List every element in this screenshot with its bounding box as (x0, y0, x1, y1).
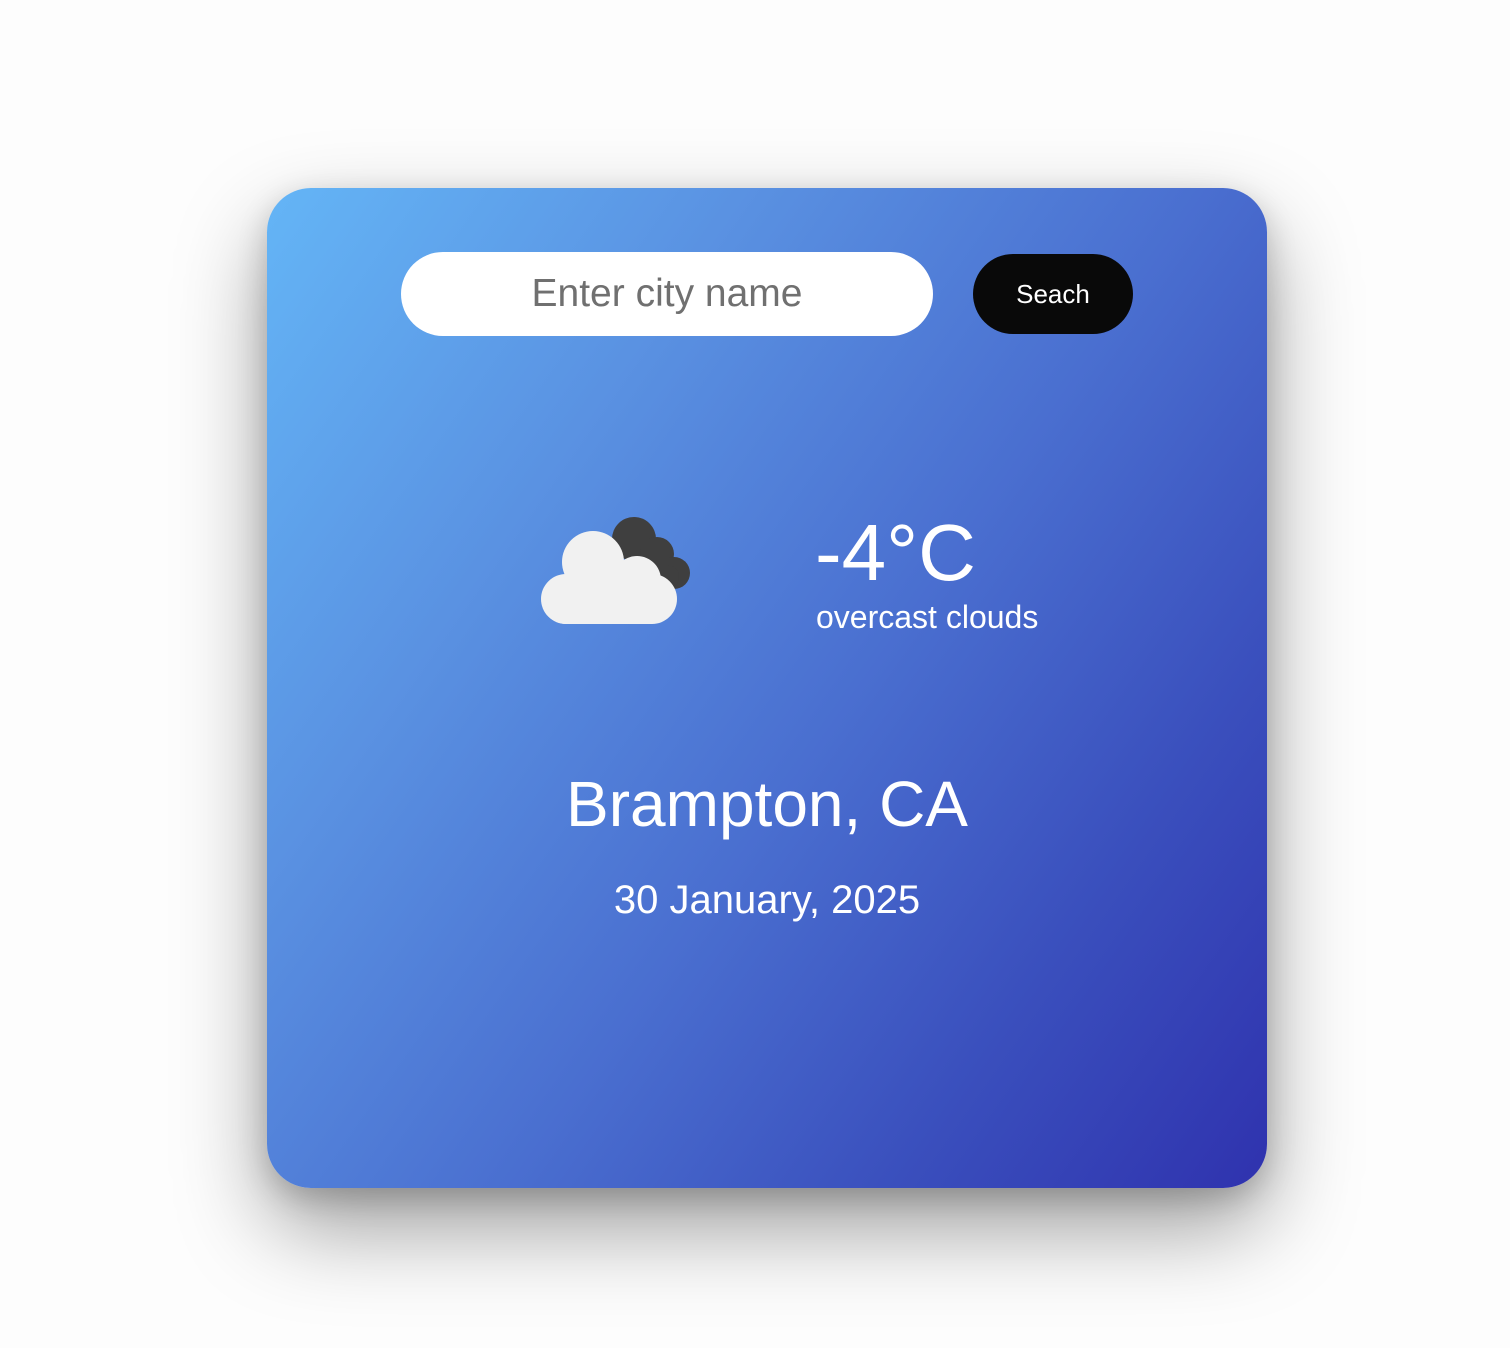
cloud-icon (529, 510, 709, 630)
city-name: Brampton, CA (566, 768, 968, 840)
weather-card: Seach -4°C overcast clouds Brampton, CA … (267, 188, 1267, 1188)
search-input[interactable] (401, 252, 933, 336)
date: 30 January, 2025 (613, 878, 921, 922)
temperature: -4°C (815, 508, 976, 597)
weather-description: overcast clouds (816, 599, 1039, 635)
search-button[interactable]: Seach (973, 254, 1133, 334)
